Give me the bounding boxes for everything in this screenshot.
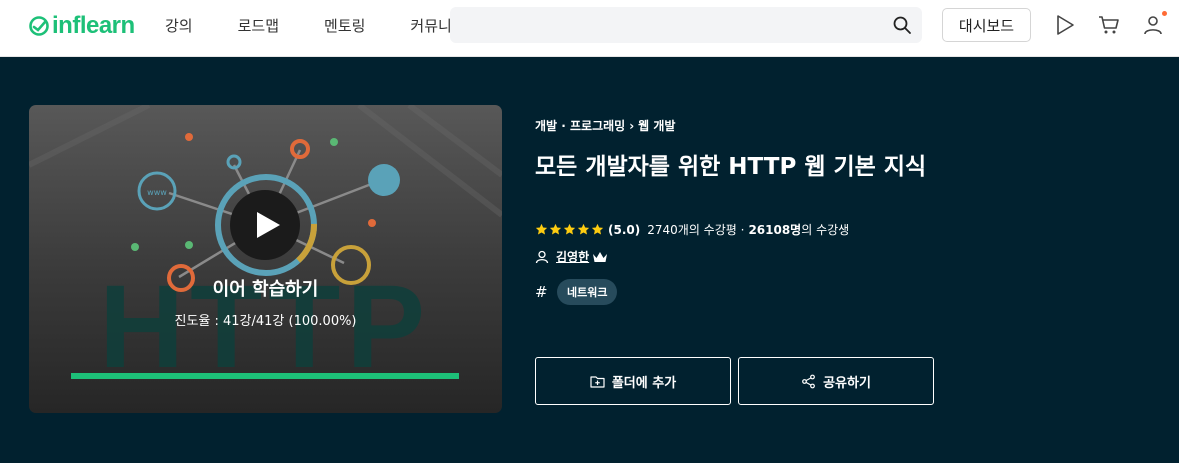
add-to-folder-button[interactable]: 폴더에 추가 [535,357,731,405]
folder-plus-icon [590,375,605,388]
share-icon [802,374,815,388]
star-icon [577,223,590,235]
nav-courses[interactable]: 강의 [165,15,193,36]
reviews-count[interactable]: 2740 [647,223,678,237]
reviews-suffix: 개의 수강평 · [677,223,745,237]
cart-icon[interactable] [1097,13,1121,37]
progress-text: 진도율 : 41강/41강 (100.00%) [174,314,357,329]
breadcrumb: 개발 · 프로그래밍 › 웹 개발 [535,117,675,134]
tag-row: # 네트워크 [535,279,618,305]
play-triangle-icon [257,212,280,238]
notification-dot [1162,11,1167,16]
nav-mentoring[interactable]: 멘토링 [324,15,365,36]
chevron-right-icon: › [629,118,635,133]
star-icon [591,223,604,235]
play-video-button[interactable] [230,190,300,260]
rating-row: (5.0) 2740 개의 수강평 · 26108명 의 수강생 [535,221,849,238]
rating-score: (5.0) [608,222,641,237]
logo-text: inflearn [52,12,135,39]
www-label: www [147,188,167,197]
user-icon[interactable] [1141,13,1165,37]
students-suffix: 의 수강생 [801,223,850,237]
tag-network[interactable]: 네트워크 [557,279,618,305]
search-icon[interactable] [892,15,912,35]
dashboard-button[interactable]: 대시보드 [942,8,1031,42]
star-rating [535,223,604,236]
students-count: 26108명 [748,223,802,237]
instructor-row: 김영한 [535,248,608,265]
instructor-name[interactable]: 김영한 [556,248,589,265]
person-icon [535,250,549,263]
course-title: 모든 개발자를 위한 HTTP 웹 기본 지식 [535,154,927,180]
star-icon [563,223,576,235]
hash-icon: # [535,283,548,301]
top-nav: inflearn 강의 로드맵 멘토링 커뮤니티 대시보드 [0,0,1179,57]
nav-roadmap[interactable]: 로드맵 [238,15,279,36]
search-bar [450,7,922,43]
logo-mark-icon [29,16,49,36]
course-thumbnail[interactable]: HTTP www 이어 학습하기 진도율: 41강/41강 (100.00%) [29,105,502,413]
progress-bar [71,373,459,379]
main-nav: 강의 로드맵 멘토링 커뮤니티 [165,0,466,50]
share-label: 공유하기 [823,375,871,391]
share-button[interactable]: 공유하기 [738,357,934,405]
breadcrumb-subcategory[interactable]: 웹 개발 [638,117,675,134]
inflearn-logo[interactable]: inflearn [28,12,135,40]
resume-learning-label[interactable]: 이어 학습하기 [29,275,502,301]
star-icon [549,223,562,235]
search-input[interactable] [450,7,922,43]
course-hero: HTTP www 이어 학습하기 진도율: 41강/41강 (100.00%)… [0,57,1179,463]
star-icon [535,223,548,235]
breadcrumb-category[interactable]: 개발 · 프로그래밍 [535,117,625,134]
add-to-folder-label: 폴더에 추가 [611,375,677,391]
progress-bar-fill [71,373,459,379]
crown-icon [593,251,608,262]
play-icon[interactable] [1053,13,1077,37]
